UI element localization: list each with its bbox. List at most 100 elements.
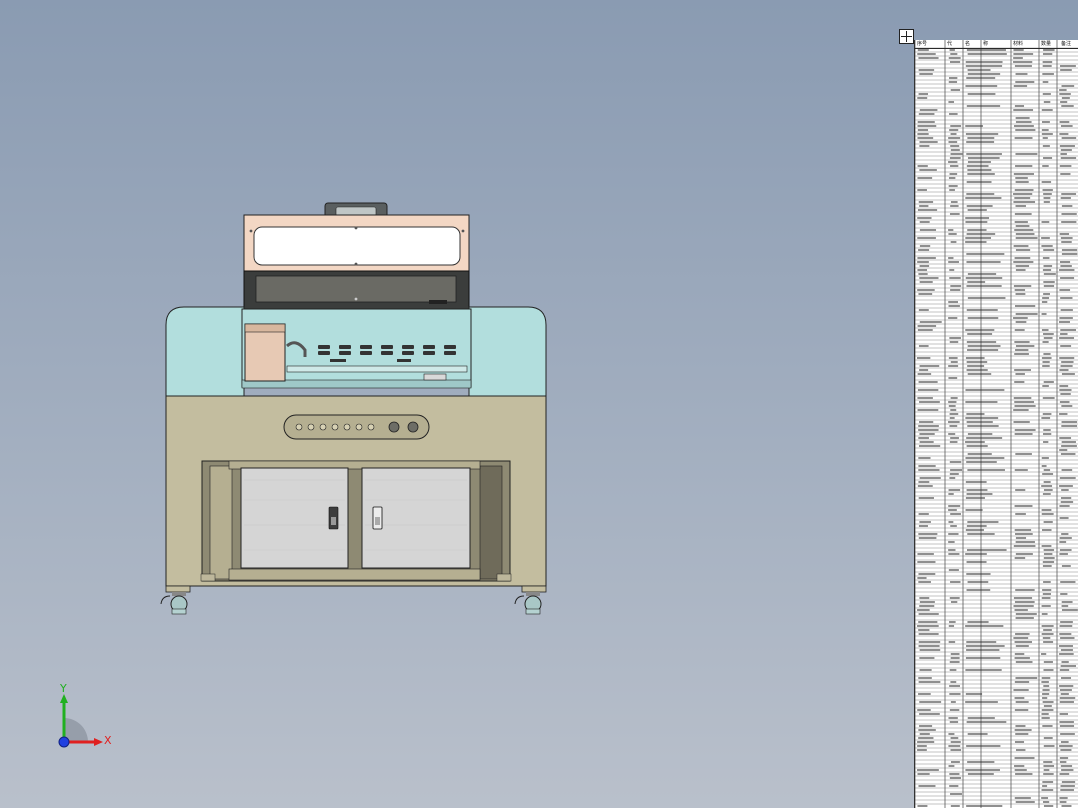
bom-cell-text-glyph bbox=[1042, 165, 1048, 167]
bom-cell-text-glyph bbox=[948, 717, 957, 719]
bom-cell-text-glyph bbox=[1013, 57, 1023, 59]
bom-cell-text-glyph bbox=[965, 329, 994, 331]
bom-cell-text-glyph bbox=[1043, 81, 1049, 83]
bom-cell-text-glyph bbox=[951, 133, 957, 135]
bom-cell-text-glyph bbox=[950, 417, 955, 419]
bom-cell-text-glyph bbox=[1043, 669, 1053, 671]
bom-cell-text-glyph bbox=[1062, 85, 1075, 87]
bom-cell-text-glyph bbox=[917, 357, 930, 359]
bom-cell-text-glyph bbox=[1044, 769, 1050, 771]
bom-cell-text-glyph bbox=[1015, 433, 1033, 435]
bom-cell-text-glyph bbox=[967, 165, 989, 167]
bom-cell-text-glyph bbox=[1015, 677, 1037, 679]
bom-cell-text-glyph bbox=[1016, 73, 1028, 75]
bom-cell-text-glyph bbox=[920, 669, 932, 671]
bom-cell-text-glyph bbox=[966, 253, 1004, 255]
bom-cell-text-glyph bbox=[1061, 237, 1073, 239]
bom-cell-text-glyph bbox=[966, 413, 984, 415]
bom-cell-text-glyph bbox=[965, 197, 1001, 199]
bom-cell-text-glyph bbox=[968, 297, 1006, 299]
top-lid bbox=[244, 215, 469, 271]
bom-cell-text-glyph bbox=[1042, 785, 1047, 787]
bom-cell-text-glyph bbox=[918, 533, 937, 535]
bom-cell-text-glyph bbox=[948, 421, 960, 423]
bom-cell-text-glyph bbox=[918, 465, 935, 467]
bom-cell-text-glyph bbox=[950, 213, 960, 215]
bom-cell-text-glyph bbox=[1059, 89, 1066, 91]
bom-cell-text-glyph bbox=[920, 441, 934, 443]
bom-cell-text-glyph bbox=[968, 273, 996, 275]
bom-cell-text-glyph bbox=[919, 145, 929, 147]
bom-cell-text-glyph bbox=[1016, 293, 1026, 295]
bom-cell-text-glyph bbox=[949, 477, 955, 479]
bom-cell-text-glyph bbox=[1016, 121, 1032, 123]
bom-cell-text-glyph bbox=[1060, 637, 1074, 639]
bom-cell-text-glyph bbox=[919, 201, 933, 203]
bom-cell-text-glyph bbox=[1060, 233, 1069, 235]
bom-cell-text-glyph bbox=[966, 497, 985, 499]
bom-cell-text-glyph bbox=[1059, 289, 1070, 291]
bom-cell-text-glyph bbox=[950, 437, 959, 439]
bom-cell-text-glyph bbox=[948, 261, 959, 263]
bom-cell-text-glyph bbox=[1014, 285, 1031, 287]
bom-cell-text-glyph bbox=[1043, 249, 1054, 251]
bom-cell-text-glyph bbox=[967, 341, 996, 343]
bom-cell-text-glyph bbox=[1061, 785, 1075, 787]
bom-cell-text-glyph bbox=[1014, 353, 1029, 355]
bom-cell-text-glyph bbox=[968, 433, 992, 435]
bom-cell-text-glyph bbox=[920, 321, 942, 323]
bom-cell-text-glyph bbox=[1016, 613, 1037, 615]
bom-cell-text-glyph bbox=[1061, 425, 1077, 427]
bom-cell-text-glyph bbox=[1014, 125, 1034, 127]
bom-cell-text-glyph bbox=[1059, 745, 1073, 747]
bom-cell-text-glyph bbox=[950, 165, 958, 167]
bom-cell-text-glyph bbox=[1015, 653, 1024, 655]
bom-cell-text-glyph bbox=[967, 281, 985, 283]
bom-cell-text-glyph bbox=[1043, 189, 1053, 191]
bom-cell-text-glyph bbox=[918, 457, 930, 459]
bom-cell-text-glyph bbox=[966, 693, 982, 695]
bom-cell-text-glyph bbox=[948, 317, 957, 319]
bom-cell-text-glyph bbox=[1060, 789, 1074, 791]
bom-cell-text-glyph bbox=[1042, 133, 1053, 135]
bom-cell-text-glyph bbox=[1016, 313, 1038, 315]
cad-viewport[interactable]: 序号 代 名 称 材料 数量 备注 Y X bbox=[0, 0, 1078, 808]
bom-cell-text-glyph bbox=[1015, 165, 1032, 167]
bom-cell-text-glyph bbox=[1014, 245, 1029, 247]
bom-cell-text-glyph bbox=[1060, 761, 1066, 763]
bom-cell-text-glyph bbox=[1062, 97, 1070, 99]
bom-cell-text-glyph bbox=[1060, 393, 1070, 395]
bom-cell-text-glyph bbox=[917, 53, 935, 55]
bom-cell-text-glyph bbox=[949, 621, 956, 623]
bom-cell-text-glyph bbox=[1016, 233, 1035, 235]
bom-cell-text-glyph bbox=[967, 365, 984, 367]
bom-cell-text-glyph bbox=[950, 721, 958, 723]
bom-cell-text-glyph bbox=[1015, 601, 1035, 603]
bom-table[interactable]: 序号 代 名 称 材料 数量 备注 bbox=[914, 40, 1078, 808]
bom-cell-text-glyph bbox=[1044, 737, 1053, 739]
bom-cell-text-glyph bbox=[1042, 677, 1051, 679]
bom-cell-text-glyph bbox=[1015, 221, 1028, 223]
bom-cell-text-glyph bbox=[1062, 469, 1073, 471]
bom-cell-text-glyph bbox=[1015, 533, 1033, 535]
bom-cell-text-glyph bbox=[1060, 549, 1072, 551]
bom-cell-text-glyph bbox=[967, 369, 988, 371]
bom-cell-text-glyph bbox=[1061, 665, 1076, 667]
bom-cell-text-glyph bbox=[966, 133, 998, 135]
bom-cell-text-glyph bbox=[917, 769, 939, 771]
bom-cell-text-glyph bbox=[919, 421, 933, 423]
bom-cell-text-glyph bbox=[1061, 149, 1072, 151]
bom-cell-text-glyph bbox=[918, 693, 931, 695]
bom-cell-text-glyph bbox=[1015, 769, 1027, 771]
bom-cell-text-glyph bbox=[1014, 545, 1036, 547]
bom-cell-text-glyph bbox=[1043, 629, 1052, 631]
move-handle-icon[interactable] bbox=[899, 29, 914, 44]
bom-cell-text-glyph bbox=[1060, 749, 1071, 751]
bom-cell-text-glyph bbox=[1015, 429, 1036, 431]
bom-cell-text-glyph bbox=[1042, 473, 1053, 475]
bom-cell-text-glyph bbox=[949, 641, 955, 643]
bom-cell-text-glyph bbox=[919, 205, 928, 207]
bom-cell-text-glyph bbox=[918, 629, 929, 631]
bom-cell-text-glyph bbox=[967, 137, 994, 139]
bom-cell-text-glyph bbox=[968, 717, 995, 719]
